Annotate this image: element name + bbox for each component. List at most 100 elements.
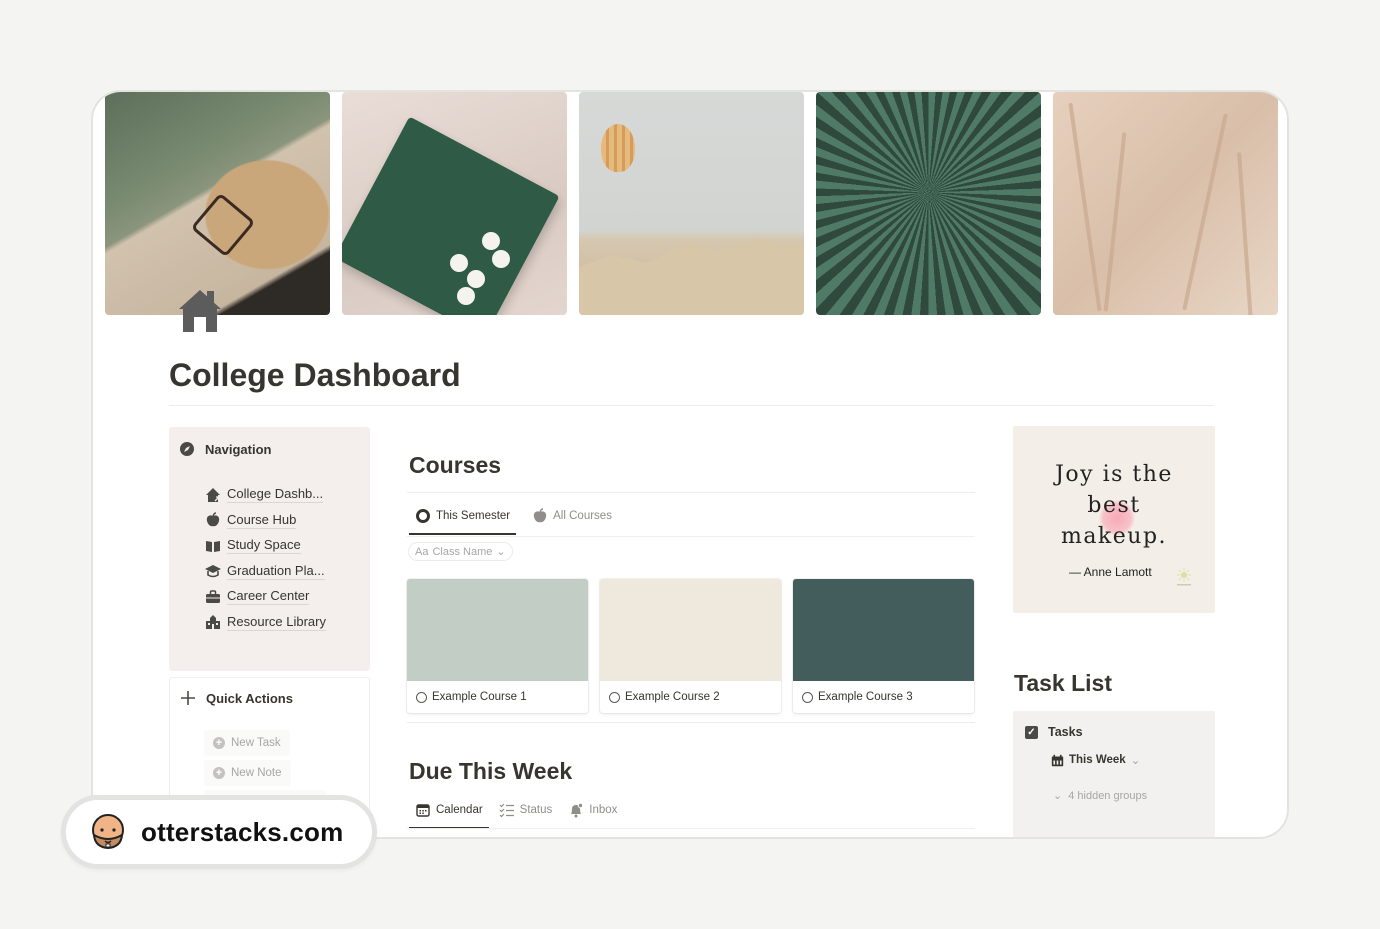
circle-icon <box>416 691 427 703</box>
view-label: This Week <box>1069 754 1126 766</box>
new-note-button[interactable]: + New Note <box>204 760 291 786</box>
quick-actions-header: Quick Actions <box>180 690 293 706</box>
cover-palm-leaf-photo <box>816 92 1041 315</box>
circle-icon <box>802 691 813 703</box>
wheat-stalk <box>1103 132 1127 312</box>
plus-circle-icon: + <box>213 767 225 779</box>
flower-shape <box>492 250 510 268</box>
checklist-icon <box>499 803 514 818</box>
flower-shape <box>467 270 485 288</box>
tab-status[interactable]: Status <box>495 797 557 823</box>
checkbox-icon: ✓ <box>1025 725 1038 739</box>
wheat-stalk <box>1182 113 1228 311</box>
plus-icon <box>181 691 195 705</box>
home-icon[interactable] <box>177 288 223 334</box>
divider <box>169 405 1214 406</box>
cover-green-book-photo <box>342 92 567 315</box>
course-cover <box>600 579 781 681</box>
courses-view-tabs: This Semester All Courses <box>408 503 616 535</box>
target-icon <box>416 509 430 523</box>
flower-shape <box>457 287 475 305</box>
apple-icon <box>206 512 220 527</box>
new-task-button[interactable]: + New Task <box>204 730 290 756</box>
calendar-icon <box>1051 754 1064 766</box>
quote-author: — Anne Lamott <box>1069 565 1152 579</box>
course-card[interactable]: Example Course 1 <box>407 579 588 713</box>
cover-wheat-photo <box>1053 92 1278 315</box>
tasks-header[interactable]: ✓ Tasks <box>1025 725 1083 739</box>
notion-page-frame: College Dashboard Navigation College Das… <box>91 90 1289 839</box>
navigation-header: Navigation <box>179 441 271 457</box>
tab-label: Status <box>519 804 553 816</box>
nav-item-study-space[interactable]: Study Space <box>205 533 326 559</box>
nav-item-career-center[interactable]: Career Center <box>205 584 326 610</box>
cover-balloon-photo <box>579 92 804 315</box>
book-shape <box>342 116 560 315</box>
courses-heading: Courses <box>409 452 502 478</box>
nav-item-college-dashboard[interactable]: College Dashb... <box>205 482 326 508</box>
tab-all-courses[interactable]: All Courses <box>528 503 616 529</box>
navigation-title: Navigation <box>205 441 272 457</box>
courses-gallery: Example Course 1 Example Course 2 Exampl… <box>407 579 974 713</box>
course-card[interactable]: Example Course 2 <box>600 579 781 713</box>
balloon-shape <box>601 124 635 172</box>
tab-label: All Courses <box>553 510 612 522</box>
nav-item-label: Career Center <box>227 588 310 606</box>
nav-item-label: Course Hub <box>227 511 297 529</box>
apple-icon <box>533 508 547 523</box>
button-label: New Task <box>231 737 281 749</box>
nav-item-resource-library[interactable]: Resource Library <box>205 610 326 636</box>
otter-logo-icon <box>92 814 124 850</box>
tab-label: Inbox <box>589 804 618 816</box>
divider <box>407 722 975 723</box>
nav-item-course-hub[interactable]: Course Hub <box>205 508 326 534</box>
quote-image: Joy is the best makeup. — Anne Lamott <box>1013 426 1215 613</box>
mountains-shape <box>579 239 804 315</box>
nav-item-label: Resource Library <box>227 613 326 631</box>
nav-item-graduation-plan[interactable]: Graduation Pla... <box>205 559 326 585</box>
navigation-list: College Dashb... Course Hub Study Space … <box>205 482 326 635</box>
quote-line: Joy is the <box>1055 462 1173 487</box>
calendar-icon <box>416 804 430 817</box>
flower-shape <box>482 232 500 250</box>
tab-label: This Semester <box>436 510 511 522</box>
hidden-groups-toggle[interactable]: ⌄ 4 hidden groups <box>1053 789 1147 803</box>
class-name-filter[interactable]: Aa Class Name ⌄ <box>408 542 513 561</box>
task-list-heading: Task List <box>1014 670 1112 696</box>
this-week-view-selector[interactable]: This Week ⌄ <box>1051 753 1140 767</box>
briefcase-icon <box>206 590 220 603</box>
page-title: College Dashboard <box>169 357 461 393</box>
tab-this-semester[interactable]: This Semester <box>408 503 517 535</box>
course-cover <box>793 579 974 681</box>
course-title: Example Course 2 <box>625 691 720 703</box>
nav-item-label: Graduation Pla... <box>227 562 325 580</box>
quote-line: makeup. <box>1060 524 1168 549</box>
divider <box>407 492 975 493</box>
course-cover <box>407 579 588 681</box>
chevron-down-icon: ⌄ <box>1130 755 1141 767</box>
chevron-down-icon: ⌄ <box>1053 790 1063 802</box>
wheat-stalk <box>1068 102 1102 312</box>
compass-icon <box>180 442 194 456</box>
bell-icon <box>571 802 584 818</box>
circle-icon <box>609 691 620 703</box>
text-property-icon: Aa <box>415 545 429 558</box>
filter-label: Class Name <box>432 545 493 558</box>
brand-name: otterstacks.com <box>141 816 344 847</box>
library-icon <box>206 615 220 630</box>
button-label: New Note <box>231 767 282 779</box>
course-title: Example Course 1 <box>432 691 527 703</box>
course-title: Example Course 3 <box>818 691 913 703</box>
due-this-week-heading: Due This Week <box>409 758 573 784</box>
otterstacks-badge[interactable]: otterstacks.com <box>61 795 377 869</box>
tab-label: Calendar <box>436 804 483 816</box>
sun-logo-icon <box>1177 568 1191 586</box>
wheat-stalk <box>1237 152 1253 315</box>
tab-calendar[interactable]: Calendar <box>409 797 489 829</box>
tab-inbox[interactable]: Inbox <box>564 797 621 823</box>
nav-item-label: Study Space <box>227 537 301 555</box>
home-link-icon <box>206 487 220 502</box>
course-card[interactable]: Example Course 3 <box>793 579 974 713</box>
quote-text: Joy is the best makeup. <box>1013 459 1215 552</box>
tasks-database: ✓ Tasks This Week ⌄ ⌄ 4 hidden groups <box>1013 711 1215 837</box>
